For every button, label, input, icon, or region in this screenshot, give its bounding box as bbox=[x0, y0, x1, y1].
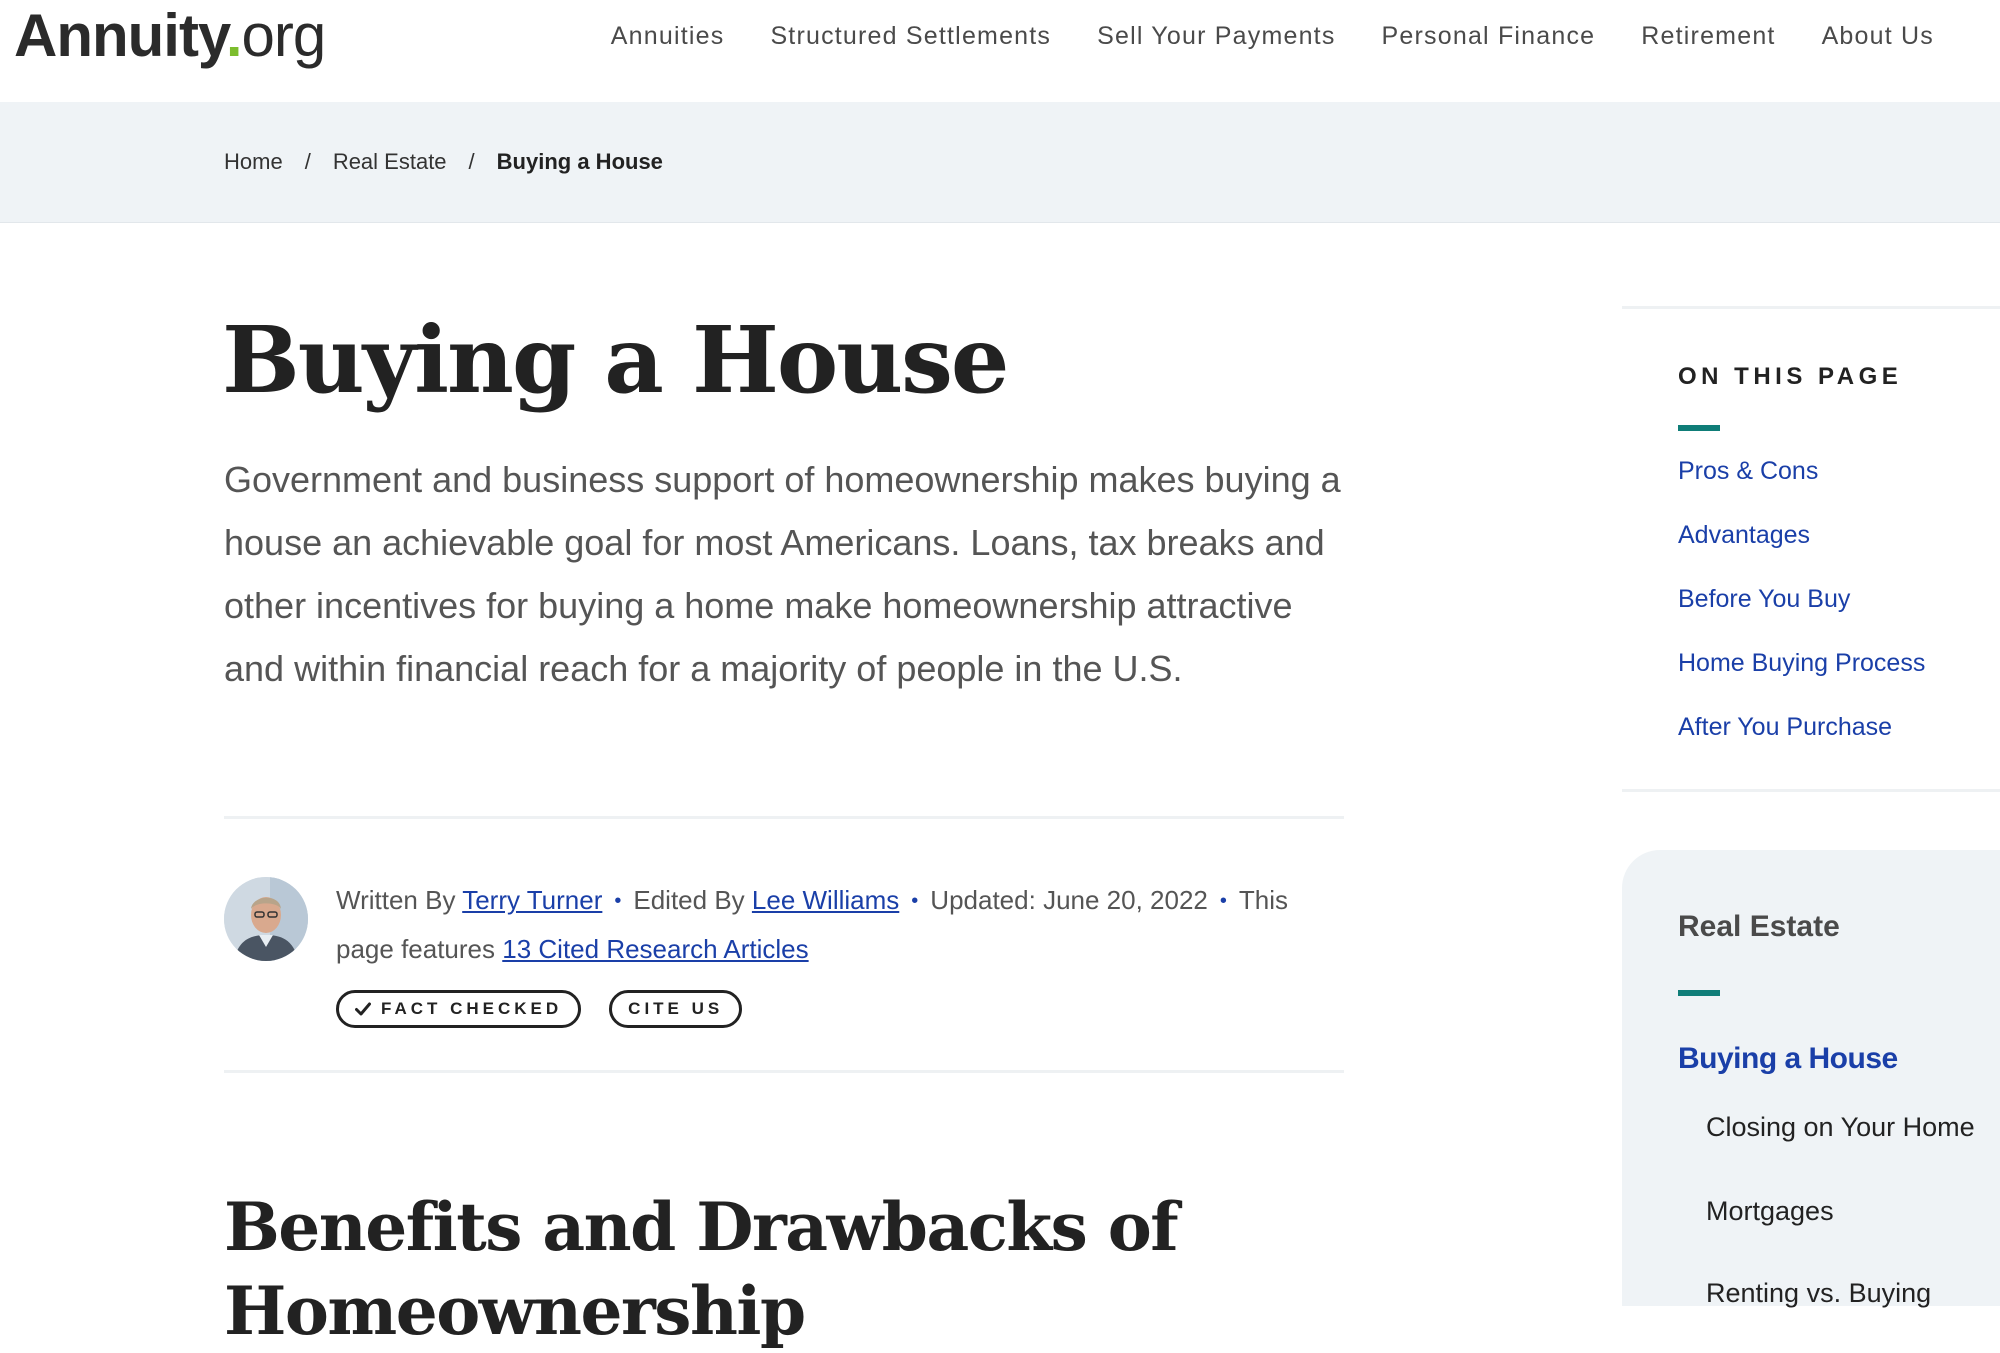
toc-title: ON THIS PAGE bbox=[1678, 363, 1903, 390]
fact-checked-label: FACT CHECKED bbox=[381, 999, 563, 1018]
related-link-mortgages[interactable]: Mortgages bbox=[1706, 1196, 1834, 1227]
author-avatar[interactable] bbox=[224, 877, 308, 961]
nav-sell-your-payments[interactable]: Sell Your Payments bbox=[1097, 20, 1335, 52]
site-header: Annuity.org Annuities Structured Settlem… bbox=[0, 0, 2000, 102]
written-by-label: Written By bbox=[336, 885, 456, 915]
toc-link-before-you-buy[interactable]: Before You Buy bbox=[1678, 583, 1850, 615]
breadcrumb-bar: Home / Real Estate / Buying a House bbox=[0, 102, 2000, 223]
nav-structured-settlements[interactable]: Structured Settlements bbox=[770, 20, 1051, 52]
byline-separator: • bbox=[614, 890, 622, 912]
nav-annuities[interactable]: Annuities bbox=[611, 20, 725, 52]
site-logo[interactable]: Annuity.org bbox=[14, 2, 327, 69]
breadcrumb-current: Buying a House bbox=[496, 149, 663, 174]
badges: FACT CHECKED CITE US bbox=[336, 990, 743, 1028]
breadcrumb: Home / Real Estate / Buying a House bbox=[224, 102, 663, 222]
main-nav: Annuities Structured Settlements Sell Yo… bbox=[611, 20, 1934, 52]
related-title: Real Estate bbox=[1678, 910, 1840, 943]
byline-separator: • bbox=[1219, 890, 1227, 912]
intro-paragraph: Government and business support of homeo… bbox=[224, 459, 1341, 689]
byline: Written By Terry Turner • Edited By Lee Wi… bbox=[336, 876, 1336, 973]
on-this-page-nav: ON THIS PAGE Pros & Cons Advantages Befo… bbox=[1622, 306, 2000, 792]
cite-us-button[interactable]: CITE US bbox=[609, 990, 743, 1028]
divider-top bbox=[224, 816, 1344, 819]
nav-personal-finance[interactable]: Personal Finance bbox=[1382, 20, 1596, 52]
nav-about-us[interactable]: About Us bbox=[1822, 20, 1934, 52]
related-link-renting-vs-buying[interactable]: Renting vs. Buying bbox=[1706, 1278, 1931, 1309]
nav-retirement[interactable]: Retirement bbox=[1641, 20, 1775, 52]
breadcrumb-separator: / bbox=[468, 149, 475, 174]
breadcrumb-separator: / bbox=[304, 149, 311, 174]
edited-by-label: Edited By bbox=[633, 885, 745, 915]
cited-articles-link[interactable]: 13 Cited Research Articles bbox=[502, 934, 808, 964]
updated-date: June 20, 2022 bbox=[1043, 885, 1208, 915]
section-heading: Benefits and Drawbacks of Homeownership bbox=[224, 1188, 1179, 1350]
author-link[interactable]: Terry Turner bbox=[462, 885, 602, 915]
related-link-buying-a-house[interactable]: Buying a House bbox=[1678, 1042, 1898, 1076]
related-link-closing-on-your-home[interactable]: Closing on Your Home bbox=[1706, 1112, 1975, 1143]
page-title: Buying a House bbox=[222, 306, 1009, 414]
logo-tld: org bbox=[241, 2, 327, 69]
breadcrumb-real-estate[interactable]: Real Estate bbox=[333, 149, 447, 175]
logo-dot: . bbox=[225, 2, 243, 69]
logo-brand: Annuity bbox=[14, 2, 227, 69]
toc-link-after-you-purchase[interactable]: After You Purchase bbox=[1678, 711, 1892, 743]
check-icon bbox=[355, 1002, 371, 1016]
divider-bottom bbox=[224, 1070, 1344, 1073]
toc-link-home-buying-process[interactable]: Home Buying Process bbox=[1678, 647, 1925, 679]
related-topics-panel: Real Estate Buying a House Closing on Yo… bbox=[1622, 850, 2000, 1309]
toc-link-advantages[interactable]: Advantages bbox=[1678, 519, 1810, 551]
byline-separator: • bbox=[911, 890, 919, 912]
author-photo bbox=[224, 877, 308, 961]
breadcrumb-home[interactable]: Home bbox=[224, 149, 283, 175]
editor-link[interactable]: Lee Williams bbox=[752, 885, 899, 915]
toc-link-pros-cons[interactable]: Pros & Cons bbox=[1678, 455, 1818, 487]
fact-checked-badge[interactable]: FACT CHECKED bbox=[336, 990, 582, 1028]
related-accent-bar bbox=[1678, 990, 1720, 996]
toc-accent-bar bbox=[1678, 425, 1720, 431]
updated-label: Updated: bbox=[930, 885, 1036, 915]
cite-us-label: CITE US bbox=[628, 999, 724, 1018]
